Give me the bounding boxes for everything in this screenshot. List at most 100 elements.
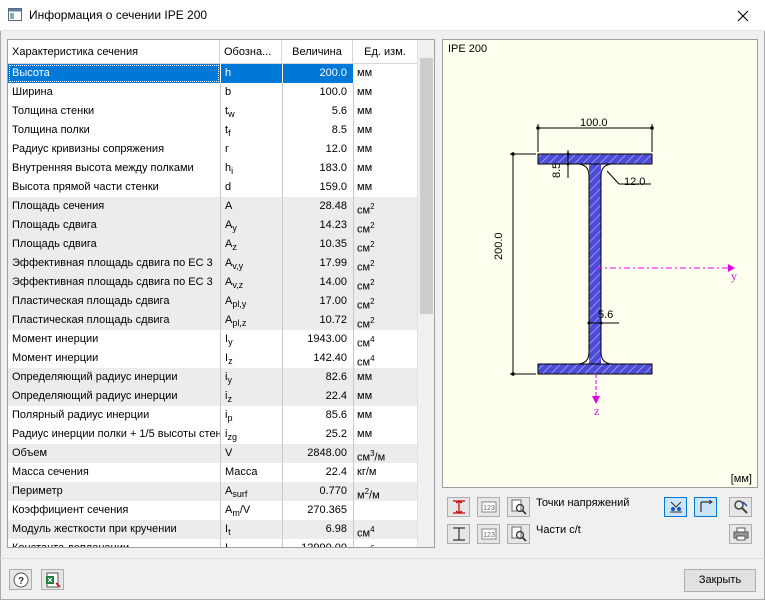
symbol-cell: d: [220, 178, 282, 197]
header-property[interactable]: Характеристика сечения: [8, 40, 220, 64]
symbol-text: b: [225, 86, 232, 98]
unit-cell: см4: [353, 520, 417, 539]
show-stress-points-button[interactable]: [664, 497, 687, 517]
table-row[interactable]: Площадь сечения A 28.48 см2: [8, 197, 417, 216]
show-axes-button[interactable]: [694, 497, 717, 517]
table-row[interactable]: Определяющий радиус инерции iz 22.4 мм: [8, 387, 417, 406]
svg-text:?: ?: [17, 576, 23, 587]
numbers-icon: 123: [481, 501, 496, 513]
table-row[interactable]: Толщина полки tf 8.5 мм: [8, 121, 417, 140]
table-row[interactable]: Определяющий радиус инерции iy 82.6 мм: [8, 368, 417, 387]
help-button[interactable]: ?: [9, 569, 32, 590]
table-row[interactable]: Ширина b 100.0 мм: [8, 83, 417, 102]
header-unit[interactable]: Ед. изм.: [353, 40, 417, 64]
zoom-details-button[interactable]: [507, 497, 530, 517]
symbol-subscript: v,z: [232, 280, 244, 291]
scrollbar-thumb[interactable]: [420, 58, 433, 314]
symbol-cell: Av,y: [220, 254, 282, 273]
unit-text: мм: [357, 428, 373, 440]
header-symbol[interactable]: Обозна...: [220, 40, 282, 64]
table-row[interactable]: Высота h 200.0 мм: [8, 64, 417, 83]
stress-points-settings-button[interactable]: [729, 497, 752, 517]
unit-exponent: 6: [370, 544, 374, 547]
symbol-text: d: [225, 181, 232, 193]
symbol-text: h: [225, 67, 232, 79]
export-excel-button[interactable]: [41, 569, 64, 590]
unit-cell: см2: [353, 311, 417, 330]
table-row[interactable]: Объем V 2848.00 см3/м: [8, 444, 417, 463]
show-dimensions-button[interactable]: [447, 497, 470, 517]
table-row[interactable]: Константа депланацииIω12990.00см6: [8, 539, 417, 548]
symbol-cell: b: [220, 83, 282, 102]
table-row[interactable]: Пластическая площадь сдвига Apl,y 17.00 см2: [8, 292, 417, 311]
section-drawing-panel: IPE 200 100.0 200.0 8.5 12.0 5.6 y z [мм…: [442, 39, 758, 488]
value-cell: 1943.00: [282, 330, 353, 349]
table-row[interactable]: Полярный радиус инерции ip 85.6 мм: [8, 406, 417, 425]
table-row[interactable]: Площадь сдвига Az 10.35 см2: [8, 235, 417, 254]
section-properties-table[interactable]: Характеристика сечения Обозна... Величин…: [7, 39, 435, 548]
unit-suffix: /м: [374, 451, 386, 463]
property-name-cell: Толщина стенки: [12, 105, 95, 117]
table-row[interactable]: Радиус кривизны сопряжения r 12.0 мм: [8, 140, 417, 159]
unit-cell: мм: [353, 121, 417, 140]
value-cell: 270.365: [282, 501, 353, 520]
table-row[interactable]: Масса сечения Масса 22.4 кг/м: [8, 463, 417, 482]
symbol-subscript: y: [227, 375, 232, 386]
unit-text: мм: [357, 390, 373, 402]
unit-cell: см2: [353, 292, 417, 311]
table-row[interactable]: Эффективная площадь сдвига по EC 3 Av,y 17…: [8, 254, 417, 273]
symbol-text: A: [225, 200, 233, 212]
show-ct-values-button[interactable]: 123: [477, 524, 500, 544]
property-name-cell: Высота прямой части стенки: [12, 181, 159, 193]
unit-text: мм: [357, 86, 373, 98]
symbol-cell: hi: [220, 159, 282, 178]
close-dialog-button[interactable]: Закрыть: [684, 569, 756, 592]
unit-cell: м2/м: [353, 482, 417, 501]
table-row[interactable]: Момент инерции Iz 142.40 см4: [8, 349, 417, 368]
symbol-subscript: zg: [227, 432, 237, 443]
flange-thickness-label: 8.5: [551, 162, 563, 178]
ct-parts-label: Части c/t: [536, 524, 581, 536]
zoom-ct-details-button[interactable]: [507, 524, 530, 544]
symbol-cell: r: [220, 140, 282, 159]
table-row[interactable]: Момент инерции Iy 1943.00 см4: [8, 330, 417, 349]
value-cell: 12.0: [282, 140, 353, 159]
svg-text:123: 123: [483, 532, 495, 539]
unit-exponent: 4: [370, 525, 375, 534]
show-ct-parts-button[interactable]: [447, 524, 470, 544]
print-button[interactable]: [729, 524, 752, 544]
table-row[interactable]: Модуль жесткости при кручении It 6.98 см4: [8, 520, 417, 539]
value-cell: 14.00: [282, 273, 353, 292]
symbol-text: I: [225, 542, 229, 548]
property-name-cell: Площадь сечения: [12, 200, 105, 212]
symbol-cell: Iz: [220, 349, 282, 368]
table-row[interactable]: Толщина стенки tw 5.6 мм: [8, 102, 417, 121]
svg-text:123: 123: [483, 505, 495, 512]
table-row[interactable]: Высота прямой части стенки d 159.0 мм: [8, 178, 417, 197]
property-name-cell: Толщина полки: [12, 124, 90, 136]
property-name-cell: Ширина: [12, 86, 53, 98]
unit-text: см: [357, 451, 371, 463]
symbol-cell: iy: [220, 368, 282, 387]
table-row[interactable]: Периметр Asurf 0.770 м2/м: [8, 482, 417, 501]
table-row[interactable]: Внутренняя высота между полками hi 183.0 мм: [8, 159, 417, 178]
unit-suffix: /м: [369, 489, 380, 501]
symbol-subscript: y: [228, 337, 233, 348]
table-row[interactable]: Радиус инерции полки + 1/5 высоты стенки…: [8, 425, 417, 444]
value-cell: 183.0: [282, 159, 353, 178]
table-row[interactable]: Коэффициент сечения Am/V 270.365: [8, 501, 417, 520]
unit-cell: мм: [353, 425, 417, 444]
height-dimension-label: 200.0: [493, 232, 505, 260]
window-title: Информация о сечении IPE 200: [29, 8, 208, 22]
show-values-button[interactable]: 123: [477, 497, 500, 517]
symbol-text: V: [225, 447, 233, 459]
table-row[interactable]: Пластическая площадь сдвига Apl,z 10.72 см2: [8, 311, 417, 330]
property-name-cell: Пластическая площадь сдвига: [12, 295, 170, 307]
table-vertical-scrollbar[interactable]: [417, 40, 434, 547]
table-row[interactable]: Площадь сдвига Ay 14.23 см2: [8, 216, 417, 235]
unit-text: мм: [357, 162, 373, 174]
window-close-button[interactable]: [721, 0, 765, 31]
axes-icon: [699, 500, 713, 512]
table-row[interactable]: Эффективная площадь сдвига по EC 3 Av,z 14…: [8, 273, 417, 292]
header-value[interactable]: Величина: [282, 40, 353, 64]
